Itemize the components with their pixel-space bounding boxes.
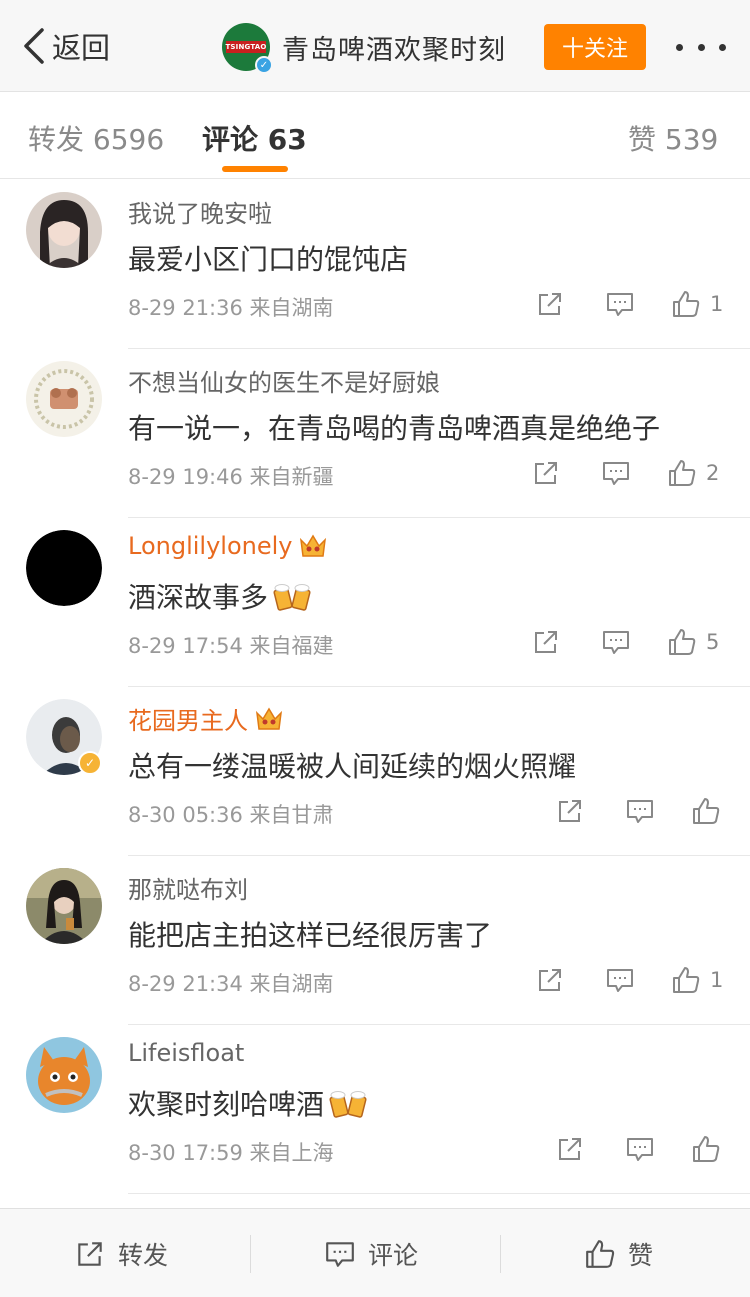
comment-actions: 5 [528, 624, 719, 660]
comment-label: 评论 [368, 1240, 419, 1270]
comment-list: 我说了晚安啦 最爱小区门口的馄饨店 8-29 21:36 来自湖南 1 不想当仙… [0, 180, 750, 1194]
tab-reposts[interactable]: 转发 6596 [28, 118, 164, 158]
follow-button[interactable]: 十关注 [544, 24, 646, 70]
bottom-action-bar: 转发 评论 赞 [0, 1208, 750, 1297]
avatar[interactable]: ✓ [26, 699, 102, 775]
like-icon[interactable] [668, 286, 704, 322]
comment-meta: 8-30 17:59 来自上海 [128, 1141, 334, 1165]
comment-item: ✓ 花园男主人 总有一缕温暖被人间延续的烟火照耀 8-30 05:36 来自甘肃 [0, 687, 750, 856]
tab-likes[interactable]: 赞 539 [628, 118, 718, 158]
tab-comments[interactable]: 评论 63 [202, 118, 307, 158]
comment-meta: 8-30 05:36 来自甘肃 [128, 803, 334, 827]
share-icon[interactable] [528, 455, 564, 491]
comment-icon[interactable] [598, 624, 634, 660]
comment-meta: 8-29 21:34 来自湖南 [128, 972, 334, 996]
comment-text: 能把店主拍这样已经很厉害了 [128, 919, 493, 952]
account-header[interactable]: TSINGTAO ✓ 青岛啤酒欢聚时刻 [222, 22, 506, 74]
comment-button[interactable]: 评论 [324, 1209, 418, 1297]
comment-text: 总有一缕温暖被人间延续的烟火照耀 [128, 750, 577, 783]
divider [128, 1193, 750, 1194]
comment-meta: 8-29 21:36 来自湖南 [128, 296, 334, 320]
comment-actions: 1 [532, 962, 723, 998]
avatar[interactable] [26, 868, 102, 944]
share-icon[interactable] [552, 1131, 588, 1167]
vip-crown-icon [255, 707, 283, 730]
comment-actions [552, 793, 742, 829]
comment-text: 最爱小区门口的馄饨店 [128, 243, 409, 276]
active-tab-indicator [222, 166, 288, 172]
beer-emoji-icon [273, 584, 311, 611]
comment-text: 酒深故事多 [128, 576, 312, 616]
repost-label: 转发 [118, 1240, 169, 1270]
like-icon[interactable] [664, 624, 700, 660]
share-icon[interactable] [532, 962, 568, 998]
comment-meta: 8-29 17:54 来自福建 [128, 634, 334, 658]
share-icon[interactable] [552, 793, 588, 829]
brand-avatar[interactable]: TSINGTAO ✓ [222, 23, 273, 74]
top-nav-bar: 返回 TSINGTAO ✓ 青岛啤酒欢聚时刻 十关注 [0, 0, 750, 92]
like-count: 1 [710, 968, 724, 992]
comment-text: 有一说一，在青岛喝的青岛啤酒真是绝绝子 [128, 412, 661, 445]
comment-actions: 1 [532, 286, 723, 322]
like-count: 2 [706, 461, 720, 485]
comment-meta: 8-29 19:46 来自新疆 [128, 465, 334, 489]
divider [500, 1235, 501, 1273]
repost-button[interactable]: 转发 [74, 1209, 168, 1297]
like-icon[interactable] [664, 455, 700, 491]
avatar[interactable] [26, 361, 102, 437]
back-label: 返回 [52, 31, 111, 65]
like-icon [586, 1239, 615, 1268]
comment-username[interactable]: Longlilylonely [128, 532, 328, 560]
account-title: 青岛啤酒欢聚时刻 [282, 34, 506, 66]
comment-actions [552, 1131, 742, 1167]
verified-badge-icon: ✓ [78, 751, 102, 775]
like-button[interactable]: 赞 [584, 1209, 653, 1297]
comment-icon[interactable] [602, 286, 638, 322]
comment-icon[interactable] [602, 962, 638, 998]
like-icon[interactable] [688, 1131, 724, 1167]
like-count: 1 [710, 292, 724, 316]
like-label: 赞 [628, 1240, 654, 1270]
tab-bar: 转发 6596 评论 63 赞 539 [0, 93, 750, 179]
comment-item: Longlilylonely 酒深故事多 8-29 17:54 来自福建 5 [0, 518, 750, 687]
vip-crown-icon [300, 534, 327, 557]
like-icon[interactable] [688, 793, 724, 829]
comment-item: 不想当仙女的医生不是好厨娘 有一说一，在青岛喝的青岛啤酒真是绝绝子 8-29 1… [0, 349, 750, 518]
comment-username[interactable]: 花园男主人 [128, 701, 284, 736]
avatar[interactable] [26, 1037, 102, 1113]
like-icon[interactable] [668, 962, 704, 998]
comment-item: 我说了晚安啦 最爱小区门口的馄饨店 8-29 21:36 来自湖南 1 [0, 180, 750, 349]
comment-username[interactable]: 我说了晚安啦 [128, 194, 272, 229]
share-icon[interactable] [528, 624, 564, 660]
brand-logo-text: TSINGTAO [225, 41, 267, 53]
comment-username[interactable]: 不想当仙女的医生不是好厨娘 [128, 363, 440, 398]
beer-emoji-icon [329, 1091, 367, 1118]
comment-item: 那就哒布刘 能把店主拍这样已经很厉害了 8-29 21:34 来自湖南 1 [0, 856, 750, 1025]
comment-icon [326, 1241, 354, 1267]
avatar[interactable] [26, 530, 102, 606]
comment-username[interactable]: Lifeisfloat [128, 1039, 244, 1067]
back-button[interactable]: 返回 [22, 26, 110, 66]
comment-icon[interactable] [598, 455, 634, 491]
share-icon [78, 1241, 102, 1266]
comment-icon[interactable] [622, 793, 658, 829]
chevron-left-icon [24, 28, 44, 64]
share-icon[interactable] [532, 286, 568, 322]
more-options-icon[interactable] [676, 30, 726, 64]
like-count: 5 [706, 630, 720, 654]
comment-username[interactable]: 那就哒布刘 [128, 870, 248, 905]
divider [250, 1235, 251, 1273]
comment-icon[interactable] [622, 1131, 658, 1167]
avatar[interactable] [26, 192, 102, 268]
comment-actions: 2 [528, 455, 719, 491]
comment-item: Lifeisfloat 欢聚时刻哈啤酒 8-30 17:59 来自上海 [0, 1025, 750, 1194]
comment-text: 欢聚时刻哈啤酒 [128, 1083, 368, 1123]
verified-badge-icon: ✓ [255, 56, 273, 74]
